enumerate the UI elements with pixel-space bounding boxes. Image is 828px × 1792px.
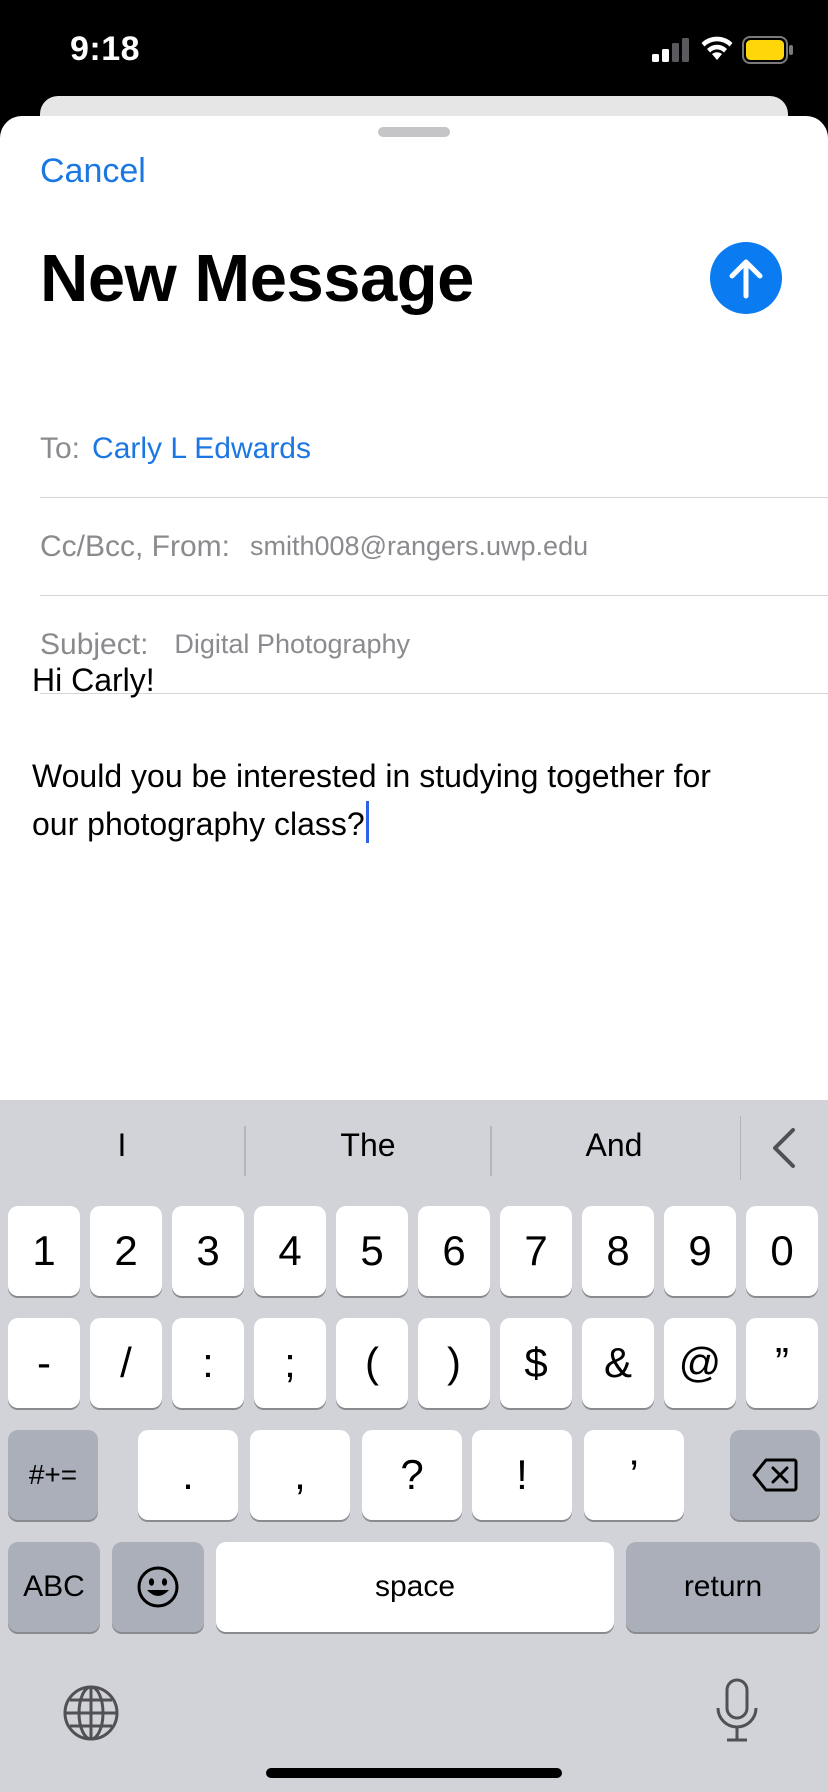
cellular-signal-icon <box>652 38 689 62</box>
key-5[interactable]: 5 <box>336 1206 408 1296</box>
battery-icon <box>742 36 793 64</box>
status-bar: 9:18 <box>0 0 828 100</box>
prediction-3[interactable]: And <box>492 1100 736 1190</box>
globe-icon[interactable] <box>62 1684 120 1742</box>
message-body[interactable]: Hi Carly! Would you be interested in stu… <box>32 656 792 848</box>
key-question[interactable]: ? <box>362 1430 462 1520</box>
key-6[interactable]: 6 <box>418 1206 490 1296</box>
backspace-icon <box>752 1458 798 1492</box>
compose-sheet: Cancel New Message To: Carly L Edwards C… <box>0 116 828 1100</box>
status-time: 9:18 <box>70 30 141 68</box>
return-key[interactable]: return <box>626 1542 820 1632</box>
from-address[interactable]: smith008@rangers.uwp.edu <box>250 531 588 562</box>
prediction-2[interactable]: The <box>246 1100 490 1190</box>
key-2[interactable]: 2 <box>90 1206 162 1296</box>
arrow-up-icon <box>729 259 763 299</box>
microphone-icon[interactable] <box>712 1678 762 1744</box>
key-hyphen[interactable]: - <box>8 1318 80 1408</box>
key-period[interactable]: . <box>138 1430 238 1520</box>
emoji-icon <box>137 1566 179 1608</box>
send-button[interactable] <box>710 242 782 314</box>
key-semicolon[interactable]: ; <box>254 1318 326 1408</box>
key-open-paren[interactable]: ( <box>336 1318 408 1408</box>
key-colon[interactable]: : <box>172 1318 244 1408</box>
space-bar[interactable]: space <box>216 1542 614 1632</box>
key-7[interactable]: 7 <box>500 1206 572 1296</box>
home-indicator[interactable] <box>266 1768 562 1778</box>
cancel-button[interactable]: Cancel <box>40 152 146 191</box>
key-close-paren[interactable]: ) <box>418 1318 490 1408</box>
cc-bcc-from-field[interactable]: Cc/Bcc, From: smith008@rangers.uwp.edu <box>40 498 828 596</box>
key-9[interactable]: 9 <box>664 1206 736 1296</box>
key-3[interactable]: 3 <box>172 1206 244 1296</box>
sheet-grabber[interactable] <box>378 127 450 137</box>
prediction-1[interactable]: I <box>0 1100 244 1190</box>
text-caret <box>365 801 369 843</box>
delete-button[interactable] <box>730 1430 820 1520</box>
key-1[interactable]: 1 <box>8 1206 80 1296</box>
body-line-last: our photography class? <box>32 800 792 848</box>
key-4[interactable]: 4 <box>254 1206 326 1296</box>
keyboard: I The And 1 2 3 4 5 6 7 8 9 0 - / : ; ( … <box>0 1100 828 1792</box>
key-apostrophe[interactable]: ’ <box>584 1430 684 1520</box>
cc-bcc-from-label: Cc/Bcc, From: <box>40 529 231 563</box>
key-comma[interactable]: , <box>250 1430 350 1520</box>
key-abc[interactable]: ABC <box>8 1542 100 1632</box>
body-line: Would you be interested in studying toge… <box>32 758 711 794</box>
key-ampersand[interactable]: & <box>582 1318 654 1408</box>
chevron-left-icon <box>772 1128 795 1168</box>
body-line <box>32 704 792 752</box>
key-slash[interactable]: / <box>90 1318 162 1408</box>
collapse-predictions-button[interactable] <box>740 1116 826 1180</box>
to-recipient[interactable]: Carly L Edwards <box>92 432 311 466</box>
key-at[interactable]: @ <box>664 1318 736 1408</box>
prediction-bar: I The And <box>0 1100 828 1190</box>
to-label: To: <box>40 431 81 465</box>
wifi-icon <box>701 36 733 60</box>
emoji-button[interactable] <box>112 1542 204 1632</box>
key-8[interactable]: 8 <box>582 1206 654 1296</box>
page-title: New Message <box>40 241 474 316</box>
key-more-symbols[interactable]: #+= <box>8 1430 98 1520</box>
key-0[interactable]: 0 <box>746 1206 818 1296</box>
key-quote[interactable]: ” <box>746 1318 818 1408</box>
body-line-text: our photography class? <box>32 806 365 842</box>
key-dollar[interactable]: $ <box>500 1318 572 1408</box>
to-field[interactable]: To: Carly L Edwards <box>40 400 828 498</box>
body-line: Hi Carly! <box>32 662 155 698</box>
key-exclamation[interactable]: ! <box>472 1430 572 1520</box>
